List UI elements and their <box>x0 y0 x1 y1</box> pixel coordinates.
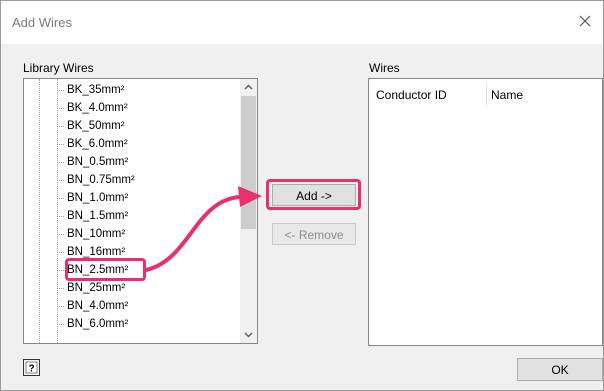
svg-text:?: ? <box>28 364 34 375</box>
tree-branch-line <box>57 90 64 91</box>
title-bar: Add Wires <box>1 1 603 44</box>
wires-label: Wires <box>369 61 400 75</box>
column-header-conductor-id[interactable]: Conductor ID <box>376 79 483 111</box>
chevron-down-icon[interactable] <box>240 326 257 343</box>
tree-branch-line <box>57 270 64 271</box>
tree-branch-line <box>57 108 64 109</box>
tree-branch-line <box>57 216 64 217</box>
library-wire-label: BN_0.5mm² <box>67 156 129 168</box>
tree-branch-line <box>57 252 64 253</box>
library-wire-item[interactable]: BN_10mm² <box>57 227 125 242</box>
help-icon[interactable]: ? <box>23 359 40 376</box>
library-wire-item[interactable]: BN_6.0mm² <box>57 317 128 332</box>
remove-button[interactable]: <- Remove <box>272 223 356 245</box>
library-wire-label: BN_4.0mm² <box>67 300 129 312</box>
library-wire-item[interactable]: BK_35mm² <box>57 83 125 98</box>
library-wire-label: BN_10mm² <box>67 228 126 240</box>
add-wires-dialog: Add Wires Library Wires Wires BK_35mm² BK… <box>0 0 604 391</box>
tree-branch-line <box>57 126 64 127</box>
library-wire-item[interactable]: BN_1.0mm² <box>57 191 128 206</box>
tree-branch-line <box>57 288 64 289</box>
tree-branch-line <box>57 144 64 145</box>
column-separator[interactable] <box>486 83 487 107</box>
tree-branch-line <box>57 198 64 199</box>
column-header-name[interactable]: Name <box>491 79 601 111</box>
library-wire-label: BN_25mm² <box>67 282 126 294</box>
library-wire-label: BN_6.0mm² <box>67 318 129 330</box>
library-wire-label: BK_4.0mm² <box>67 102 128 114</box>
tree-guide-line <box>39 79 40 343</box>
library-wire-item[interactable]: BN_1.5mm² <box>57 209 128 224</box>
library-wire-item[interactable]: BK_4.0mm² <box>57 101 128 116</box>
tree-branch-line <box>57 324 64 325</box>
tree-branch-line <box>57 234 64 235</box>
library-wire-item[interactable]: BN_4.0mm² <box>57 299 128 314</box>
add-button[interactable]: Add -> <box>272 184 356 206</box>
tree-branch-line <box>57 306 64 307</box>
library-wire-item[interactable]: BN_25mm² <box>57 281 125 296</box>
tree-branch-line <box>57 162 64 163</box>
library-wire-item[interactable]: BN_2.5mm² <box>57 263 128 278</box>
scroll-thumb[interactable] <box>241 96 256 229</box>
library-wires-tree[interactable]: BK_35mm² BK_4.0mm² BK_50mm² BK_6.0mm² BN_0.5… <box>23 78 258 344</box>
library-wire-label: BN_1.5mm² <box>67 210 129 222</box>
library-wire-label: BK_6.0mm² <box>67 138 128 150</box>
vertical-scrollbar[interactable] <box>240 79 257 343</box>
library-wire-item[interactable]: BN_0.5mm² <box>57 155 128 170</box>
wires-list[interactable]: Conductor ID Name <box>368 78 603 346</box>
library-wire-item[interactable]: BN_16mm² <box>57 245 125 260</box>
library-wire-item[interactable]: BN_0.75mm² <box>57 173 135 188</box>
library-wire-item[interactable]: BK_6.0mm² <box>57 137 128 152</box>
library-wire-label: BN_0.75mm² <box>67 174 135 186</box>
library-wires-label: Library Wires <box>23 61 94 75</box>
library-wire-label: BK_35mm² <box>67 84 125 96</box>
close-icon[interactable] <box>577 13 593 29</box>
library-wire-label: BN_16mm² <box>67 246 126 258</box>
chevron-up-icon[interactable] <box>240 79 257 96</box>
library-wire-label: BK_50mm² <box>67 120 125 132</box>
library-wire-label: BN_1.0mm² <box>67 192 129 204</box>
tree-branch-line <box>57 180 64 181</box>
library-wire-item[interactable]: BK_50mm² <box>57 119 125 134</box>
library-wire-label: BN_2.5mm² <box>67 264 129 276</box>
dialog-title: Add Wires <box>12 15 72 30</box>
ok-button[interactable]: OK <box>517 358 603 381</box>
